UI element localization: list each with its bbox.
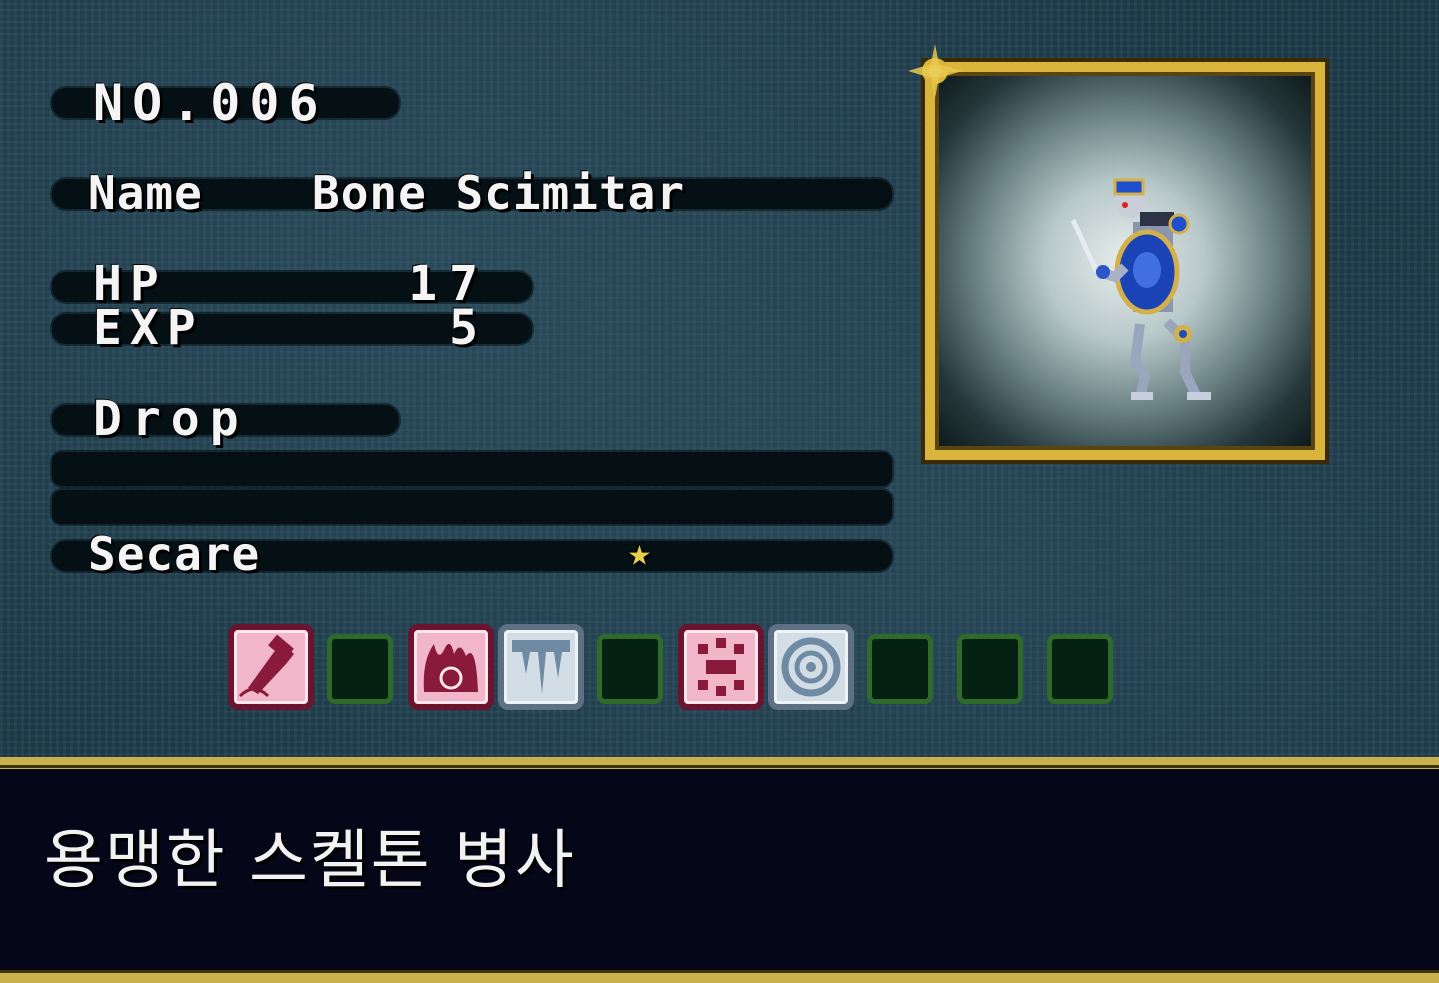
empty-resistance-slot [597,634,663,704]
drop-slot-2 [52,490,892,524]
drop-label: Drop [93,391,249,447]
dark-resistance-icon [678,624,764,710]
wind-resistance-icon [768,624,854,710]
description-panel: 용맹한 스켈톤 병사 [0,757,1439,983]
empty-resistance-slot [957,634,1023,704]
fire-resistance-icon [408,624,494,710]
secare-label: Secare [88,527,261,581]
skeleton-soldier-icon [1070,178,1211,400]
enemy-description: 용맹한 스켈톤 병사 [44,824,576,898]
enemy-name: Bone Scimitar [312,166,686,220]
entry-number: NO.006 [93,74,328,132]
ice-resistance-icon [498,624,584,710]
frame-ornament-icon [908,44,962,98]
strike-resistance-icon [228,624,314,710]
empty-resistance-slot [1047,634,1113,704]
name-label: Name [88,166,203,220]
bestiary-screen: NO.006 Name Bone Scimitar HP 17 EXP 5 Dr… [0,0,1439,983]
drop-slot-1 [52,452,892,486]
empty-resistance-slot [327,634,393,704]
secare-star-icon: ★ [628,530,651,574]
empty-resistance-slot [867,634,933,704]
enemy-portrait [925,62,1325,460]
exp-value: 5 [449,300,490,356]
exp-label: EXP [93,300,204,356]
